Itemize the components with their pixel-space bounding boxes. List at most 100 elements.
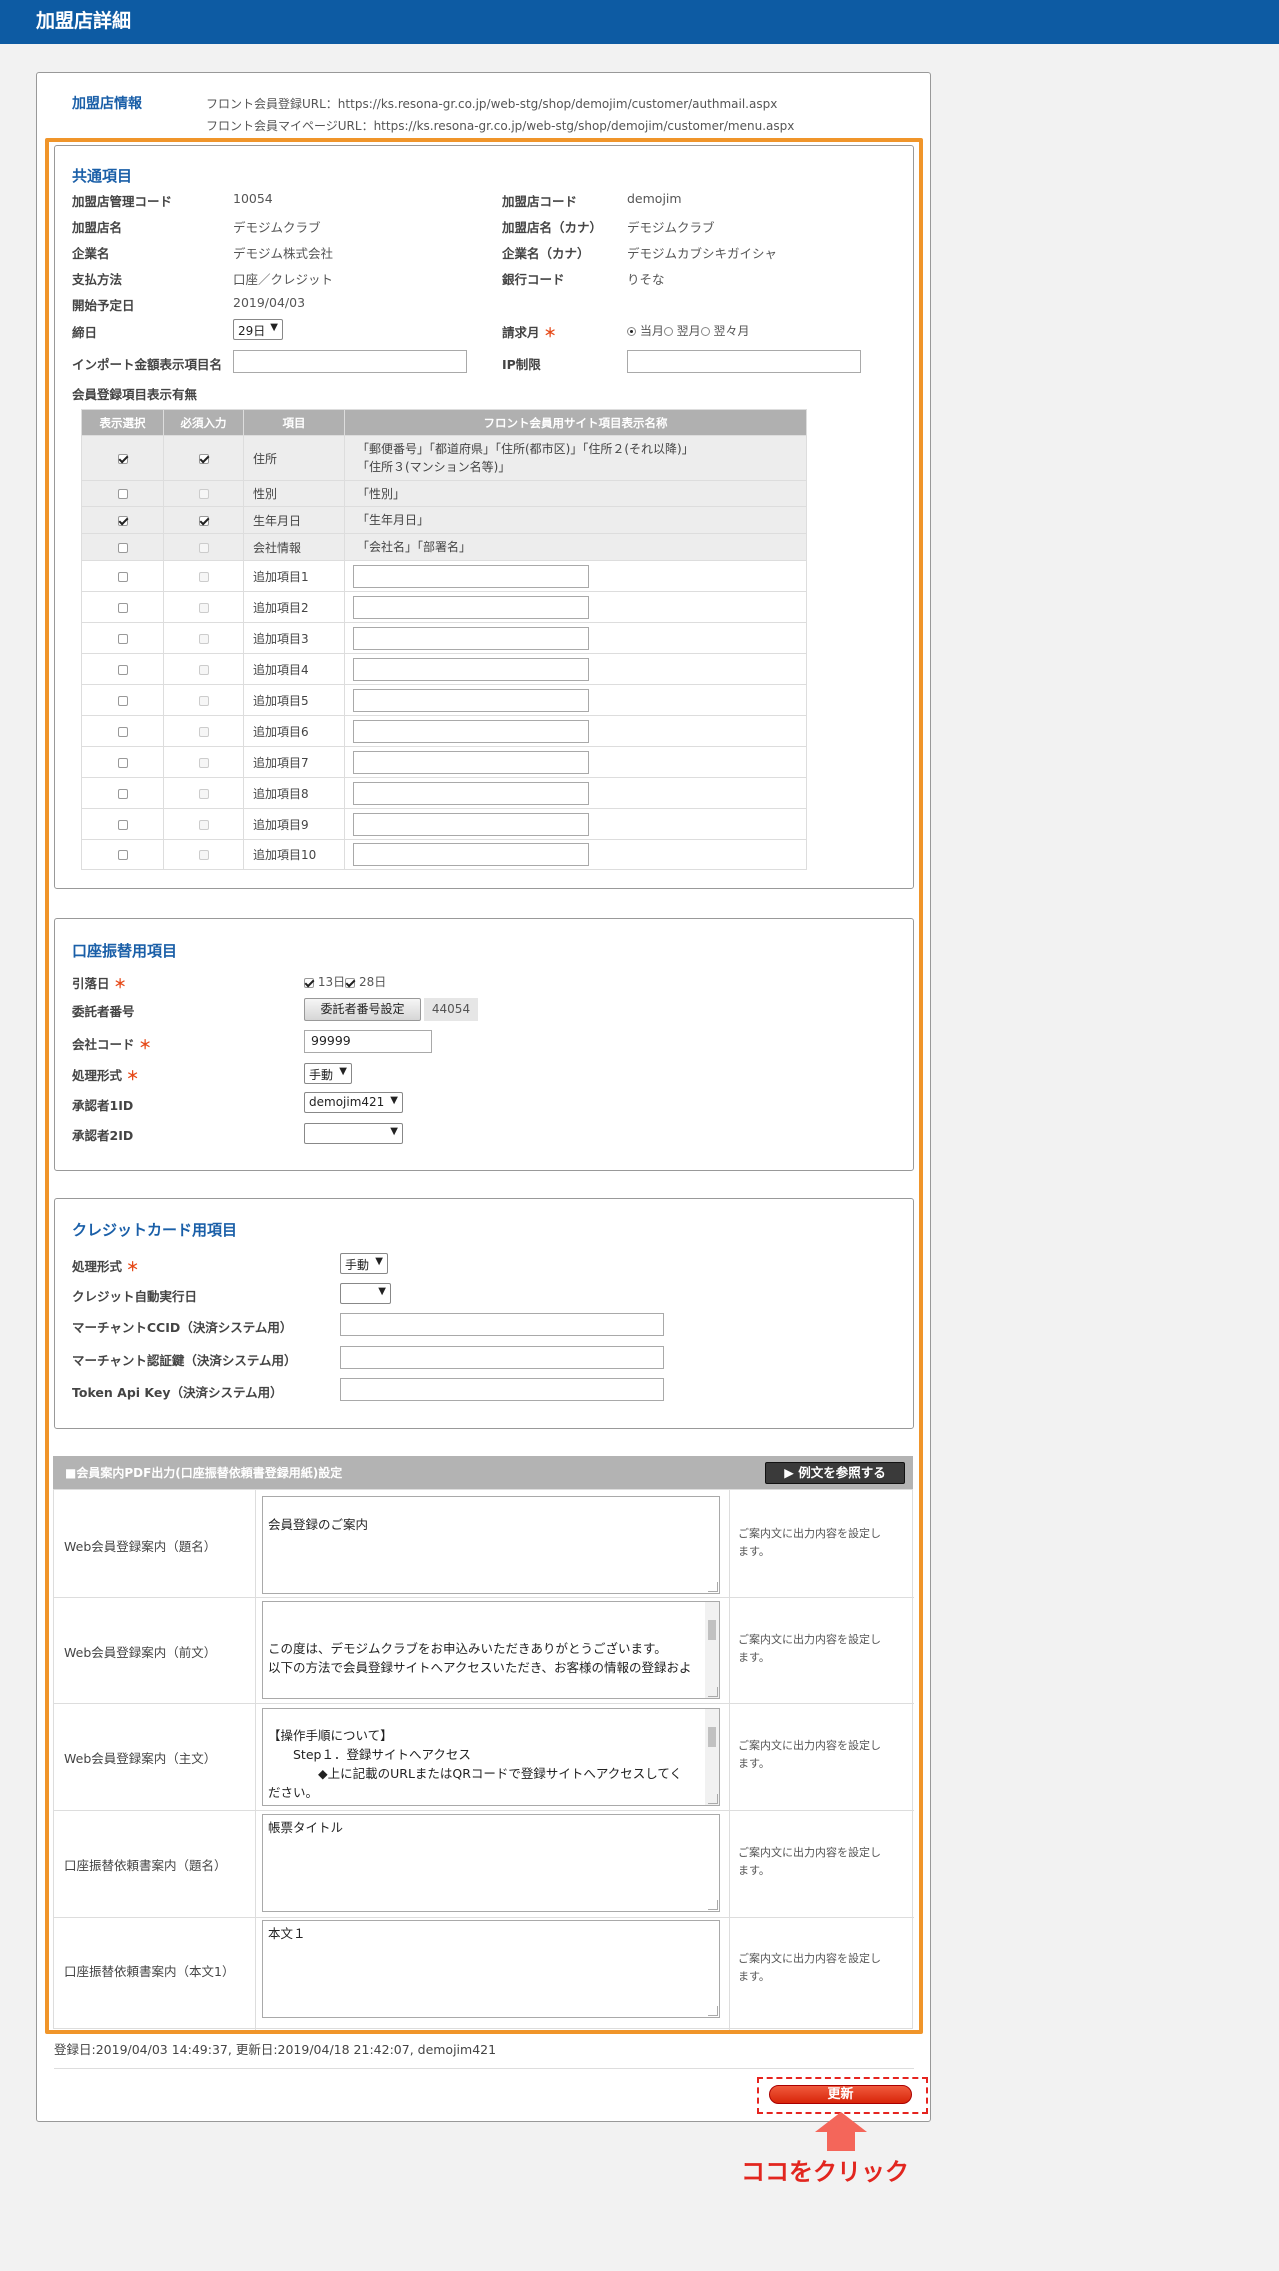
table-row: 住所 「郵便番号」「都道府県」「住所(都市区)」「住所２(それ以降)」 「住所３…: [81, 435, 807, 481]
withdraw-13-checkbox[interactable]: [304, 977, 314, 988]
billing-month-radios: 当月 翌月 翌々月: [627, 322, 750, 339]
mgmt-code-value: 10054: [233, 191, 273, 206]
item-name: 追加項目10: [243, 839, 345, 870]
display-name-input[interactable]: [353, 719, 589, 743]
show-checkbox[interactable]: [117, 788, 128, 799]
bank-value: りそな: [627, 272, 665, 287]
example-text-button[interactable]: ▶ 例文を参照する: [765, 1462, 905, 1484]
display-name-input[interactable]: [353, 812, 589, 836]
table-row: 生年月日 「生年月日」: [81, 506, 807, 534]
show-checkbox[interactable]: [117, 489, 128, 499]
pdf-settings-bar: ■会員案内PDF出力(口座振替依頼書登録用紙)設定 ▶ 例文を参照する: [53, 1456, 913, 1489]
required-checkbox[interactable]: [198, 695, 209, 706]
billing-month-text: 請求月: [502, 325, 540, 340]
show-checkbox[interactable]: [117, 571, 128, 582]
store-name-value: デモジムクラブ: [233, 220, 321, 235]
withdraw-28-checkbox[interactable]: [345, 977, 356, 988]
resize-grip-icon[interactable]: [708, 1794, 718, 1804]
token-api-key-input[interactable]: [340, 1378, 664, 1401]
show-checkbox[interactable]: [117, 664, 128, 675]
show-checkbox[interactable]: [117, 602, 128, 613]
pdf-row-note: ご案内文に出力内容を設定します。: [738, 1527, 881, 1558]
company-code-text: 会社コード: [72, 1037, 135, 1052]
token-api-key-label: Token Api Key（決済システム用）: [72, 1385, 283, 1400]
show-checkbox[interactable]: [117, 515, 128, 526]
show-checkbox[interactable]: [117, 757, 128, 768]
item-name: 追加項目1: [243, 560, 345, 592]
process-type-text: 処理形式: [72, 1068, 123, 1083]
required-checkbox[interactable]: [198, 664, 209, 675]
show-checkbox[interactable]: [117, 726, 128, 737]
checkbox-label: 28日: [358, 975, 387, 989]
store-kana-value: デモジムクラブ: [627, 220, 715, 235]
display-name-input[interactable]: [353, 843, 589, 866]
web-reg-main-textarea[interactable]: 【操作手順について】 Step１．登録サイトへアクセス ◆上に記載のURLまたは…: [262, 1708, 720, 1806]
resize-grip-icon[interactable]: [708, 2006, 718, 2016]
scrollbar-thumb[interactable]: [708, 1620, 716, 1640]
display-name-input[interactable]: [353, 564, 589, 588]
show-checkbox[interactable]: [117, 453, 128, 464]
required-checkbox[interactable]: [198, 453, 209, 464]
required-checkbox[interactable]: [198, 633, 209, 644]
pdf-row-label: 口座振替依頼書案内（題名）: [64, 1858, 227, 1873]
display-name-input[interactable]: [353, 781, 589, 805]
display-name-input[interactable]: [353, 688, 589, 712]
trustee-number-button[interactable]: 委託者番号設定: [304, 998, 421, 1021]
required-checkbox[interactable]: [198, 726, 209, 737]
pdf-row-label: Web会員登録案内（前文）: [64, 1645, 217, 1660]
scrollbar[interactable]: [705, 1602, 719, 1698]
transfer-form-body-textarea[interactable]: 本文１: [262, 1920, 720, 2018]
required-checkbox[interactable]: [198, 489, 209, 499]
display-name-input[interactable]: [353, 750, 589, 774]
radio-label: 翌々月: [713, 324, 750, 338]
credit-process-select[interactable]: 手動 ▼: [340, 1253, 388, 1274]
merchant-auth-key-input[interactable]: [340, 1346, 664, 1369]
approver2-select[interactable]: ▼: [304, 1123, 403, 1144]
company-kana-label: 企業名（カナ）: [502, 246, 590, 261]
resize-grip-icon[interactable]: [708, 1900, 718, 1910]
process-type-select[interactable]: 手動 ▼: [304, 1063, 352, 1084]
show-checkbox[interactable]: [117, 850, 128, 860]
display-name-input[interactable]: [353, 626, 589, 650]
show-checkbox[interactable]: [117, 819, 128, 830]
ip-restriction-input[interactable]: [627, 350, 861, 373]
required-checkbox[interactable]: [198, 571, 209, 582]
required-checkbox[interactable]: [198, 819, 209, 830]
required-checkbox[interactable]: [198, 757, 209, 768]
table-row: 追加項目3: [81, 622, 807, 654]
required-checkbox[interactable]: [198, 515, 209, 526]
display-name-input[interactable]: [353, 657, 589, 681]
import-amount-input[interactable]: [233, 350, 467, 373]
scrollbar[interactable]: [705, 1709, 719, 1805]
show-checkbox[interactable]: [117, 633, 128, 644]
web-reg-preface-textarea[interactable]: この度は、デモジムクラブをお申込みいただきありがとうございます。 以下の方法で会…: [262, 1601, 720, 1699]
import-amount-label: インポート金額表示項目名: [72, 357, 223, 372]
col-header: 項目: [243, 409, 345, 436]
approver1-select[interactable]: demojim421 ▼: [304, 1092, 403, 1113]
radio-month-after-next[interactable]: [700, 327, 710, 336]
pdf-row-note: ご案内文に出力内容を設定します。: [738, 1952, 881, 1983]
show-checkbox[interactable]: [117, 695, 128, 706]
resize-grip-icon[interactable]: [708, 1582, 718, 1592]
closing-day-select[interactable]: 29日 ▼: [233, 319, 283, 340]
required-checkbox[interactable]: [198, 850, 209, 860]
show-checkbox[interactable]: [117, 542, 128, 553]
transfer-form-title-textarea[interactable]: 帳票タイトル: [262, 1814, 720, 1912]
radio-next-month[interactable]: [663, 327, 673, 336]
required-checkbox[interactable]: [198, 788, 209, 799]
pdf-row-note: ご案内文に出力内容を設定します。: [738, 1739, 881, 1770]
table-row: 追加項目1: [81, 560, 807, 592]
display-name-input[interactable]: [353, 595, 589, 619]
credit-auto-day-select[interactable]: ▼: [340, 1283, 391, 1304]
scrollbar-thumb[interactable]: [708, 1727, 716, 1747]
company-code-input[interactable]: 99999: [304, 1030, 432, 1053]
update-button[interactable]: 更新: [769, 2085, 912, 2104]
radio-current-month[interactable]: [627, 327, 636, 336]
merchant-ccid-input[interactable]: [340, 1313, 664, 1336]
item-name: 追加項目5: [243, 684, 345, 716]
web-reg-title-textarea[interactable]: 会員登録のご案内: [262, 1496, 720, 1594]
resize-grip-icon[interactable]: [708, 1687, 718, 1697]
credit-process-text: 処理形式: [72, 1259, 123, 1274]
required-checkbox[interactable]: [198, 602, 209, 613]
required-checkbox[interactable]: [198, 542, 209, 553]
